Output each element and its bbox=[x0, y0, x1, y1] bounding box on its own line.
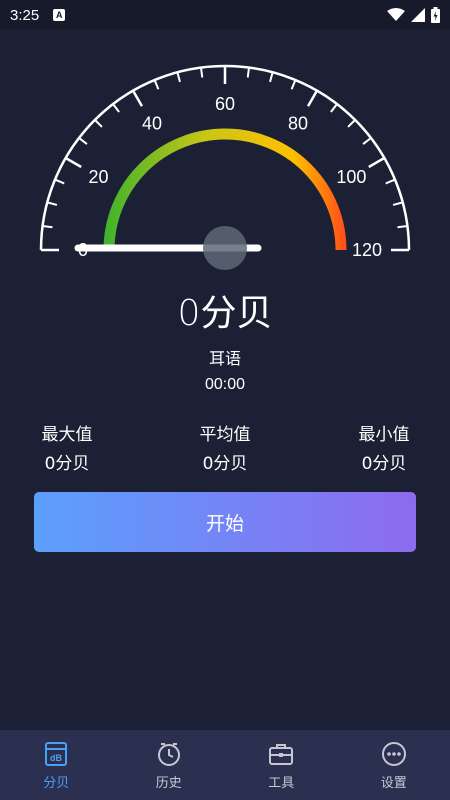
stat-avg: 平均值 0分贝 bbox=[175, 420, 275, 474]
stats-row: 最大值 0分贝 平均值 0分贝 最小值 0分贝 bbox=[0, 420, 450, 474]
gauge-minor-tick bbox=[42, 224, 53, 229]
gauge-minor-tick bbox=[112, 103, 120, 113]
toolbox-icon bbox=[269, 744, 294, 765]
gauge-minor-tick bbox=[330, 103, 338, 113]
nav-tab-settings[interactable]: 设置 bbox=[338, 730, 450, 800]
gauge-minor-tick bbox=[392, 201, 403, 206]
status-bar: 3:25 A bbox=[0, 0, 450, 30]
db-icon: dB bbox=[45, 742, 68, 766]
gauge-major-tick bbox=[368, 156, 385, 169]
gauge-minor-tick bbox=[94, 119, 103, 128]
gauge-tick-label: 20 bbox=[89, 167, 109, 187]
gauge-minor-tick bbox=[269, 72, 274, 83]
gauge-tick-label: 120 bbox=[352, 240, 382, 260]
nav-label-settings: 设置 bbox=[380, 776, 407, 791]
gauge-minor-tick bbox=[246, 67, 251, 78]
gauge-tick-label: 80 bbox=[288, 114, 308, 134]
nav-label-decibel: 分贝 bbox=[43, 776, 70, 791]
gauge-tick-label: 100 bbox=[336, 167, 366, 187]
nav-label-tools: 工具 bbox=[268, 776, 295, 791]
gauge-tick-label: 40 bbox=[142, 114, 162, 134]
stat-max-value: 0分贝 bbox=[44, 454, 90, 474]
noise-level-label: 耳语 bbox=[208, 349, 241, 368]
gauge-tick-label: 60 bbox=[215, 94, 235, 114]
gauge-minor-tick bbox=[290, 79, 297, 90]
history-clock-icon bbox=[157, 743, 180, 766]
nav-tab-decibel[interactable]: dB 分贝 bbox=[0, 730, 113, 800]
gauge-minor-tick bbox=[397, 224, 408, 229]
gauge-minor-tick bbox=[153, 79, 160, 90]
gauge-minor-tick bbox=[199, 67, 204, 78]
gauge-minor-tick bbox=[176, 72, 181, 83]
bottom-nav: dB 分贝 历史 工具 设置 bbox=[0, 730, 450, 800]
stat-max-label: 最大值 bbox=[41, 425, 93, 445]
nav-tab-history[interactable]: 历史 bbox=[113, 730, 226, 800]
gauge-minor-tick bbox=[362, 137, 372, 145]
stat-avg-value: 0分贝 bbox=[202, 454, 248, 474]
gauge-minor-tick bbox=[54, 178, 65, 185]
signal-icon bbox=[411, 8, 425, 22]
gauge-pivot bbox=[203, 226, 247, 270]
nav-tab-tools[interactable]: 工具 bbox=[225, 730, 338, 800]
gauge-minor-tick bbox=[78, 137, 88, 145]
battery-icon bbox=[431, 7, 440, 23]
gauge-major-tick bbox=[65, 156, 82, 169]
nav-label-history: 历史 bbox=[155, 776, 182, 791]
more-dots-icon bbox=[381, 742, 406, 766]
status-time: 3:25 bbox=[10, 6, 40, 24]
decibel-gauge: 020406080100120 bbox=[39, 64, 411, 270]
stat-min: 最小值 0分贝 bbox=[334, 420, 434, 474]
gauge-major-tick bbox=[306, 90, 319, 107]
gauge-major-tick bbox=[131, 90, 144, 107]
notification-a-icon: A bbox=[53, 9, 66, 21]
gauge-minor-tick bbox=[385, 178, 396, 185]
wifi-icon bbox=[387, 8, 405, 21]
gauge-minor-tick bbox=[347, 119, 356, 128]
stat-max: 最大值 0分贝 bbox=[17, 420, 117, 474]
start-button[interactable]: 开始 bbox=[34, 492, 416, 552]
stat-avg-label: 平均值 bbox=[199, 425, 251, 445]
svg-text:dB: dB bbox=[50, 753, 62, 763]
stat-min-value: 0分贝 bbox=[361, 454, 407, 474]
decibel-reading: 0分贝 bbox=[177, 293, 273, 334]
gauge-minor-tick bbox=[47, 201, 58, 206]
stat-min-label: 最小值 bbox=[358, 425, 410, 445]
status-icons bbox=[387, 7, 440, 23]
elapsed-timer: 00:00 bbox=[204, 376, 246, 393]
